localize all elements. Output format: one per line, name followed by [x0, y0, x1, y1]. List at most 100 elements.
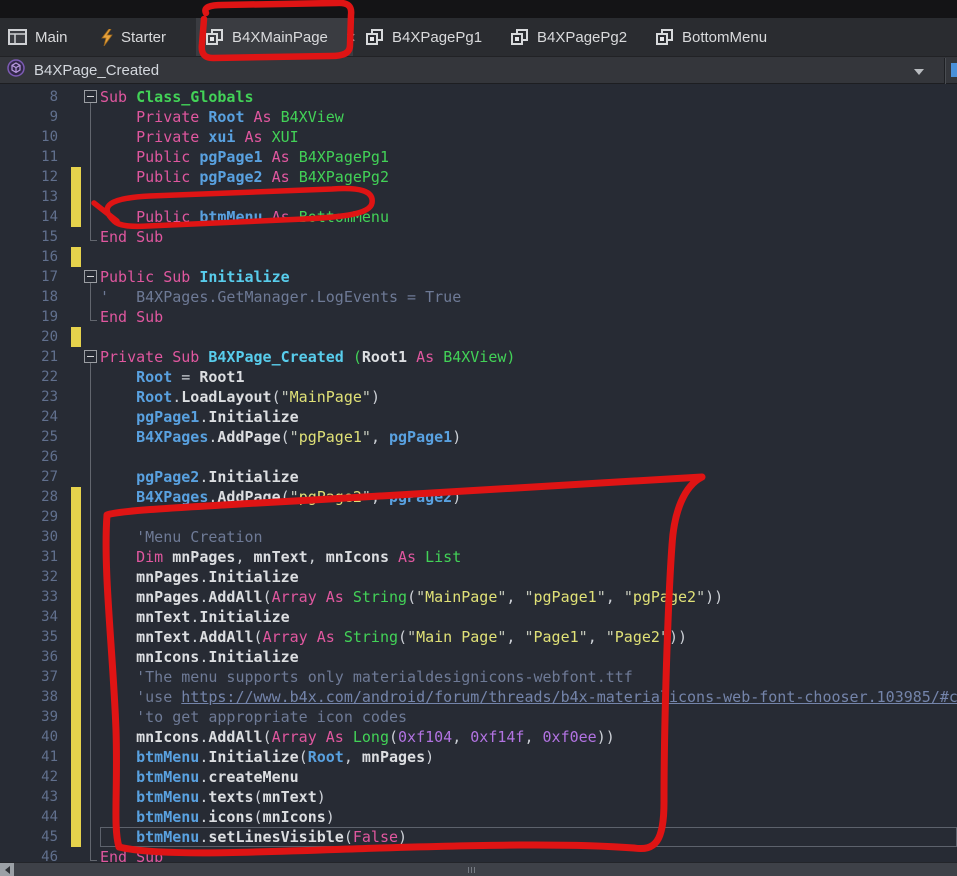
code-token: 'to get appropriate icon codes	[100, 708, 407, 726]
code-token: (	[299, 748, 308, 766]
code-line[interactable]: 18' B4XPages.GetManager.LogEvents = True	[0, 287, 957, 307]
code-line[interactable]: 28 B4XPages.AddPage("pgPage2", pgPage2)	[0, 487, 957, 507]
code-line[interactable]: 12 Public pgPage2 As B4XPagePg2	[0, 167, 957, 187]
fold-toggle-icon[interactable]	[82, 347, 100, 367]
code-text: B4XPages.AddPage("pgPage1", pgPage1)	[100, 427, 957, 447]
code-token: Page1	[534, 628, 579, 646]
comment-link[interactable]: https://www.b4x.com/android/forum/thread…	[181, 688, 957, 706]
code-token: Private	[136, 108, 208, 126]
code-line[interactable]: 46End Sub	[0, 847, 957, 862]
code-line[interactable]: 8Sub Class_Globals	[0, 87, 957, 107]
code-text: pgPage2.Initialize	[100, 467, 957, 487]
line-number: 23	[0, 387, 68, 407]
tab-b4xpagepg2[interactable]: B4XPagePg2	[511, 18, 627, 56]
line-number: 25	[0, 427, 68, 447]
code-line[interactable]: 35 mnText.AddAll(Array As String("Main P…	[0, 627, 957, 647]
code-token: As	[272, 168, 299, 186]
scrollbar-grip[interactable]	[468, 867, 475, 873]
code-token: XUI	[272, 128, 299, 146]
scroll-left-arrow-icon[interactable]	[0, 863, 14, 876]
code-editor[interactable]: 8Sub Class_Globals9 Private Root As B4XV…	[0, 84, 957, 862]
tab-b4xpagepg1[interactable]: B4XPagePg1	[366, 18, 482, 56]
code-line[interactable]: 11 Public pgPage1 As B4XPagePg1	[0, 147, 957, 167]
chevron-down-icon[interactable]	[914, 69, 924, 75]
change-marker	[68, 507, 82, 527]
fold-guide	[82, 367, 100, 387]
code-token: B4XPages	[136, 488, 208, 506]
code-token: pgPage1	[389, 428, 452, 446]
tab-starter[interactable]: Starter	[101, 18, 166, 56]
fold-guide	[82, 427, 100, 447]
code-token: 0xf14f	[470, 728, 524, 746]
code-token: )	[398, 828, 407, 846]
code-line[interactable]: 39 'to get appropriate icon codes	[0, 707, 957, 727]
code-token: )	[425, 748, 434, 766]
code-token: ' B4XPages.GetManager.LogEvents = True	[100, 288, 461, 306]
code-text: mnText.AddAll(Array As String("Main Page…	[100, 627, 957, 647]
code-token: (	[281, 488, 290, 506]
fold-toggle-icon[interactable]	[82, 267, 100, 287]
code-line[interactable]: 22 Root = Root1	[0, 367, 957, 387]
line-number: 28	[0, 487, 68, 507]
code-token: Dim	[136, 548, 172, 566]
tab-main[interactable]: Main	[8, 18, 68, 56]
fold-guide	[82, 807, 100, 827]
code-line[interactable]: 30 'Menu Creation	[0, 527, 957, 547]
fold-guide	[82, 127, 100, 147]
code-line[interactable]: 16	[0, 247, 957, 267]
code-line[interactable]: 23 Root.LoadLayout("MainPage")	[0, 387, 957, 407]
close-icon[interactable]: ×	[346, 29, 356, 46]
code-token: pgPage2	[299, 488, 362, 506]
code-line[interactable]: 20	[0, 327, 957, 347]
code-line[interactable]: 25 B4XPages.AddPage("pgPage1", pgPage1)	[0, 427, 957, 447]
code-token: As	[398, 548, 425, 566]
code-line[interactable]: 31 Dim mnPages, mnText, mnIcons As List	[0, 547, 957, 567]
change-marker-empty	[68, 427, 82, 447]
fold-guide	[82, 507, 100, 527]
change-marker	[68, 767, 82, 787]
code-line[interactable]: 32 mnPages.Initialize	[0, 567, 957, 587]
code-line[interactable]: 40 mnIcons.AddAll(Array As Long(0xf104, …	[0, 727, 957, 747]
code-line[interactable]: 42 btmMenu.createMenu	[0, 767, 957, 787]
code-token: "	[290, 488, 299, 506]
code-line[interactable]: 14 Public btmMenu As BottomMenu	[0, 207, 957, 227]
code-line[interactable]: 27 pgPage2.Initialize	[0, 467, 957, 487]
code-line[interactable]: 10 Private xui As XUI	[0, 127, 957, 147]
code-line[interactable]: 36 mnIcons.Initialize	[0, 647, 957, 667]
tab-b4xmainpage[interactable]: B4XMainPage ×	[196, 18, 353, 56]
code-token: ,	[235, 548, 253, 566]
horizontal-scrollbar[interactable]	[0, 862, 957, 876]
code-token: Root	[136, 388, 172, 406]
code-token: "	[416, 588, 425, 606]
code-line[interactable]: 33 mnPages.AddAll(Array As String("MainP…	[0, 587, 957, 607]
code-line[interactable]: 29	[0, 507, 957, 527]
code-token: mnIcons	[326, 548, 398, 566]
code-token: .	[190, 608, 199, 626]
code-line[interactable]: 9 Private Root As B4XView	[0, 107, 957, 127]
code-token: mnText	[263, 788, 317, 806]
code-line[interactable]: 41 btmMenu.Initialize(Root, mnPages)	[0, 747, 957, 767]
code-text: Sub Class_Globals	[100, 87, 957, 107]
fold-guide	[82, 447, 100, 467]
code-line[interactable]: 17Public Sub Initialize	[0, 267, 957, 287]
code-token: (	[389, 728, 398, 746]
code-line[interactable]: 37 'The menu supports only materialdesig…	[0, 667, 957, 687]
class-icon	[366, 29, 384, 46]
code-line[interactable]: 34 mnText.Initialize	[0, 607, 957, 627]
code-line[interactable]: 13	[0, 187, 957, 207]
code-line[interactable]: 21Private Sub B4XPage_Created (Root1 As …	[0, 347, 957, 367]
code-line[interactable]: 15End Sub	[0, 227, 957, 247]
sub-selector-combobox[interactable]: B4XPage_Created	[0, 56, 957, 84]
tab-bottommenu[interactable]: BottomMenu	[656, 18, 767, 56]
fold-toggle-icon[interactable]	[82, 87, 100, 107]
code-line[interactable]: 43 btmMenu.texts(mnText)	[0, 787, 957, 807]
code-token: AddAll	[199, 628, 253, 646]
code-line[interactable]: 45 btmMenu.setLinesVisible(False)	[0, 827, 957, 847]
code-line[interactable]: 19End Sub	[0, 307, 957, 327]
code-line[interactable]: 24 pgPage1.Initialize	[0, 407, 957, 427]
code-line[interactable]: 26	[0, 447, 957, 467]
lightning-icon	[101, 29, 113, 46]
code-line[interactable]: 44 btmMenu.icons(mnIcons)	[0, 807, 957, 827]
code-line[interactable]: 38 'use https://www.b4x.com/android/foru…	[0, 687, 957, 707]
change-marker	[68, 747, 82, 767]
